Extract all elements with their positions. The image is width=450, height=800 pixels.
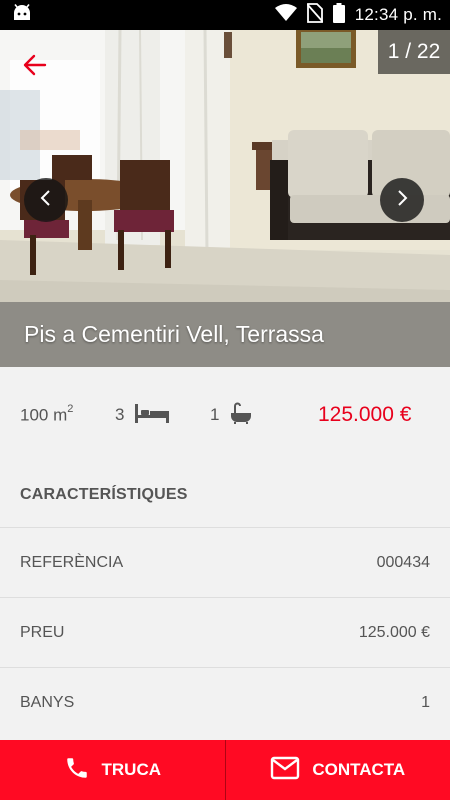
bedrooms-count: 3 (115, 405, 125, 424)
price: 125.000 € (318, 403, 412, 426)
next-photo-button[interactable] (380, 178, 424, 222)
call-button-label: TRUCA (101, 760, 162, 779)
listing-title: Pis a Cementiri Vell, Terrassa (24, 321, 324, 347)
no-sim-icon (306, 2, 324, 28)
status-time: 12:34 p. m. (354, 5, 442, 24)
chevron-left-icon (39, 189, 53, 212)
arrow-left-icon (23, 54, 47, 81)
characteristics-title: CARACTERÍSTIQUES (20, 486, 188, 503)
bathrooms-count: 1 (210, 405, 220, 424)
listing-title-bar: Pis a Cementiri Vell, Terrassa (0, 302, 450, 367)
photo-counter: 1 / 22 (378, 30, 450, 74)
characteristics-list: REFERÈNCIA 000434 PREU 125.000 € BANYS 1 (0, 527, 450, 737)
battery-icon (332, 2, 345, 28)
row-value: 1 (421, 693, 430, 711)
bedrooms: 3 (115, 402, 210, 429)
android-icon (12, 3, 32, 27)
contact-button[interactable]: CONTACTA (224, 740, 450, 800)
characteristic-row-reference: REFERÈNCIA 000434 (0, 527, 450, 597)
row-label: PREU (20, 623, 65, 641)
row-label: BANYS (20, 693, 75, 711)
row-value: 000434 (376, 553, 430, 571)
chevron-right-icon (395, 189, 409, 212)
previous-photo-button[interactable] (24, 178, 68, 222)
photo-gallery[interactable]: 1 / 22 Pis a Cementiri Vell, Terrassa (0, 30, 450, 367)
property-summary: 100 m2 3 1 125.000 € (0, 367, 450, 463)
area: 100 m2 (20, 402, 115, 426)
bed-icon (134, 402, 170, 429)
characteristic-row-bathrooms: BANYS 1 (0, 667, 450, 737)
action-bar: TRUCA CONTACTA (0, 740, 450, 800)
call-button[interactable]: TRUCA (0, 740, 225, 800)
back-button[interactable] (18, 50, 52, 84)
bathrooms: 1 (210, 401, 318, 430)
area-value: 100 m (20, 405, 68, 425)
bathtub-icon (229, 401, 253, 430)
phone-icon (64, 755, 90, 786)
contact-button-label: CONTACTA (312, 760, 406, 779)
row-label: REFERÈNCIA (20, 553, 124, 571)
characteristic-row-price: PREU 125.000 € (0, 597, 450, 667)
area-unit-superscript: 2 (67, 402, 74, 415)
row-value: 125.000 € (358, 623, 430, 641)
wifi-icon (274, 3, 297, 27)
status-bar: 12:34 p. m. (0, 0, 450, 30)
mail-icon (270, 756, 300, 785)
